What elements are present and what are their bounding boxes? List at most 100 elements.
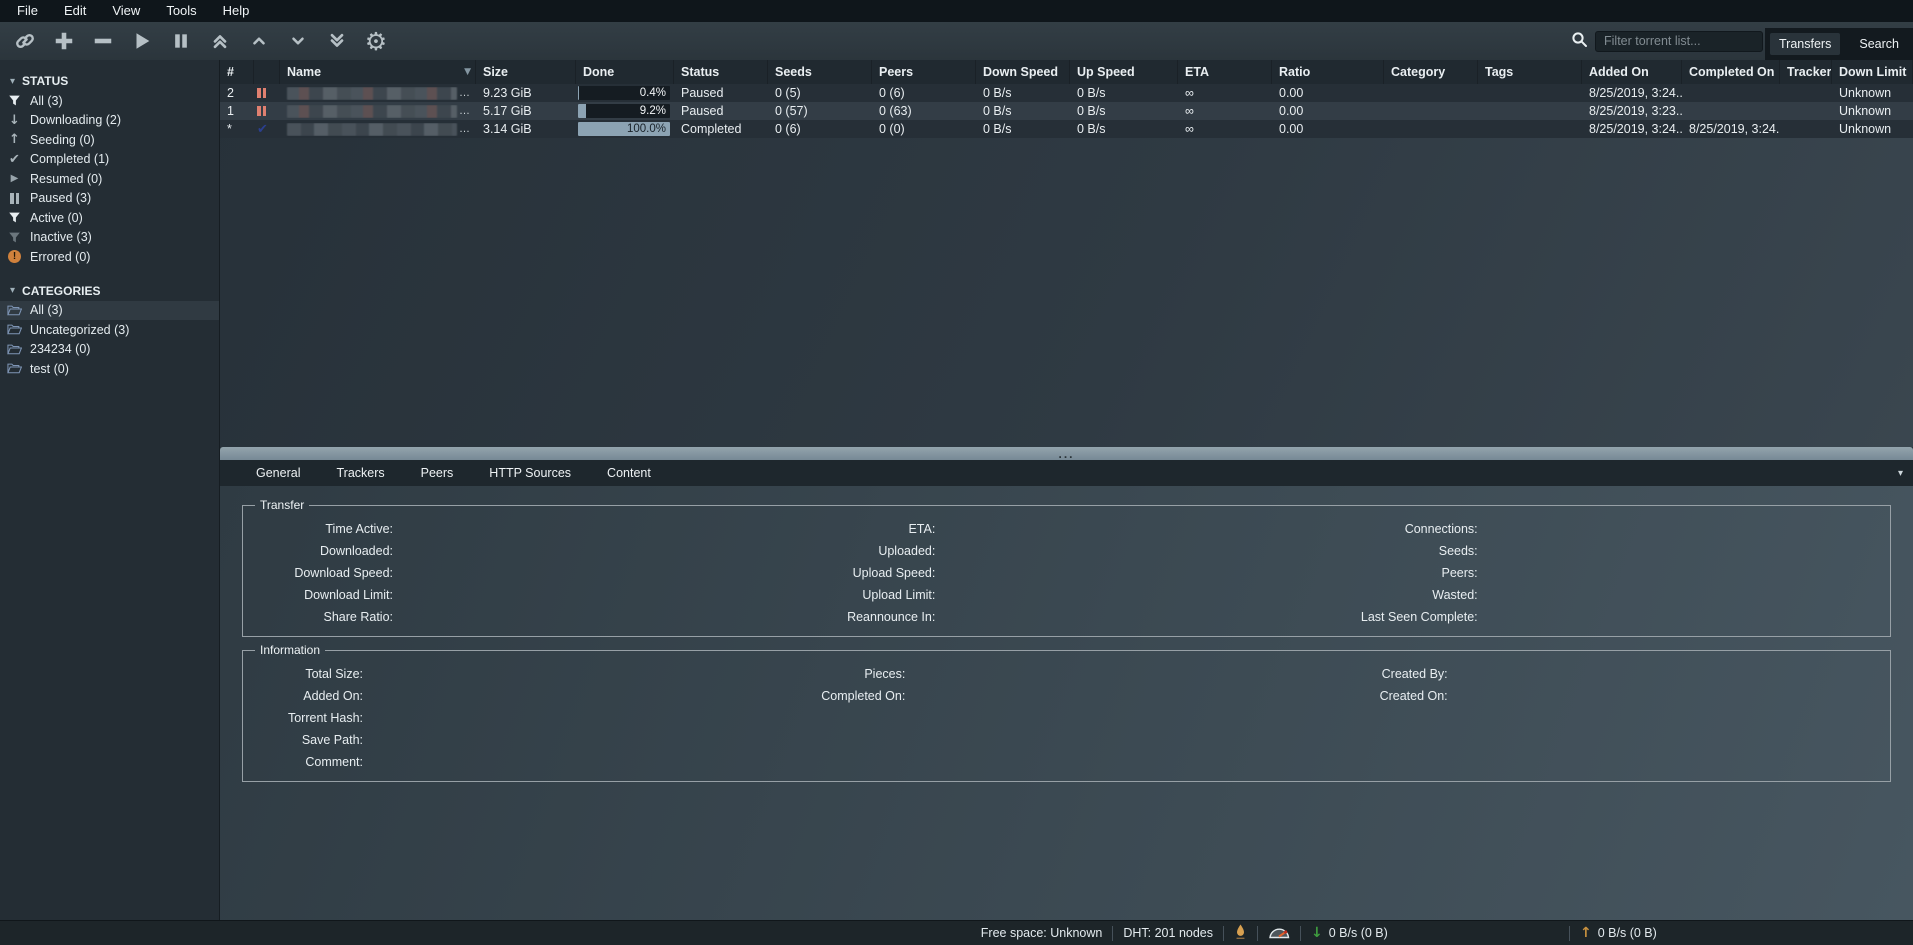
field-label: ETA:: [795, 522, 935, 536]
menu-tools[interactable]: Tools: [153, 0, 209, 22]
global-upload-speed[interactable]: ↑ 0 B/s (0 B): [1580, 925, 1785, 941]
column-header-state[interactable]: [254, 60, 280, 84]
field-label: Download Limit:: [253, 588, 393, 602]
column-header-ratio[interactable]: Ratio: [1272, 60, 1384, 84]
global-download-speed[interactable]: ↓ 0 B/s (0 B): [1311, 925, 1559, 941]
completed-check-icon: ✔: [254, 123, 280, 136]
torrent-name-redacted: [280, 105, 476, 118]
table-header-row: # Name ▼ Size Done Status Seeds Peers Do…: [220, 60, 1913, 84]
column-header-tags[interactable]: Tags: [1478, 60, 1582, 84]
column-header-size[interactable]: Size: [476, 60, 576, 84]
column-header-tracker[interactable]: Tracker: [1780, 60, 1832, 84]
speedometer-icon: [1268, 924, 1290, 942]
column-header-number[interactable]: #: [220, 60, 254, 84]
progress-bar: 100.0%: [578, 122, 670, 136]
tab-trackers[interactable]: Trackers: [318, 460, 402, 486]
field-label: Added On:: [253, 689, 363, 703]
field-label: Uploaded:: [795, 544, 935, 558]
move-top-button[interactable]: [205, 26, 235, 56]
column-header-up-speed[interactable]: Up Speed: [1070, 60, 1178, 84]
sidebar-status-completed[interactable]: ✔ Completed (1): [0, 150, 219, 170]
torrent-row[interactable]: * ✔ 3.14 GiB 100.0% Completed 0 (6) 0 (0…: [220, 120, 1913, 138]
divider: [1569, 926, 1570, 941]
sidebar-status-paused[interactable]: Paused (3): [0, 189, 219, 209]
add-torrent-link-button[interactable]: [10, 26, 40, 56]
search-icon: [1571, 31, 1588, 51]
alt-speed-limits-toggle[interactable]: [1268, 924, 1290, 942]
column-header-done[interactable]: Done: [576, 60, 674, 84]
collapse-caret-icon: ▾: [10, 285, 15, 296]
status-section-header[interactable]: ▾ STATUS: [0, 71, 219, 91]
delete-torrent-button[interactable]: [88, 26, 118, 56]
panel-resize-splitter[interactable]: ...: [220, 447, 1913, 460]
sidebar-status-resumed[interactable]: ▶ Resumed (0): [0, 169, 219, 189]
field-label: Created By:: [1338, 667, 1448, 681]
tab-http-sources[interactable]: HTTP Sources: [471, 460, 589, 486]
divider: [1300, 926, 1301, 941]
column-header-eta[interactable]: ETA: [1178, 60, 1272, 84]
column-header-peers[interactable]: Peers: [872, 60, 976, 84]
connection-status-button[interactable]: [1234, 924, 1247, 943]
link-icon: [14, 30, 36, 52]
column-header-status[interactable]: Status: [674, 60, 768, 84]
sidebar-category-test[interactable]: test (0): [0, 359, 219, 379]
menu-file[interactable]: File: [4, 0, 51, 22]
chevron-down-icon: [289, 32, 307, 50]
sidebar-status-downloading[interactable]: ↓ Downloading (2): [0, 111, 219, 131]
move-bottom-button[interactable]: [322, 26, 352, 56]
menu-help[interactable]: Help: [210, 0, 263, 22]
arrow-down-icon: ↓: [6, 114, 23, 127]
sidebar-category-234234[interactable]: 234234 (0): [0, 340, 219, 360]
sidebar-category-uncategorized[interactable]: Uncategorized (3): [0, 320, 219, 340]
menu-view[interactable]: View: [99, 0, 153, 22]
move-up-button[interactable]: [244, 26, 274, 56]
column-header-down-speed[interactable]: Down Speed: [976, 60, 1070, 84]
menu-bar: File Edit View Tools Help: [0, 0, 1913, 22]
torrent-table: # Name ▼ Size Done Status Seeds Peers Do…: [220, 60, 1913, 447]
play-icon: [131, 30, 153, 52]
tab-transfers[interactable]: Transfers: [1770, 33, 1840, 55]
column-header-name[interactable]: Name ▼: [280, 60, 476, 84]
sidebar-status-seeding[interactable]: ↑ Seeding (0): [0, 130, 219, 150]
filter-dim-icon: [6, 231, 23, 244]
column-header-category[interactable]: Category: [1384, 60, 1478, 84]
plus-icon: [53, 30, 75, 52]
torrent-row[interactable]: 1 5.17 GiB 9.2% Paused 0 (57) 0 (63) 0 B…: [220, 102, 1913, 120]
column-header-seeds[interactable]: Seeds: [768, 60, 872, 84]
sort-descending-icon: ▼: [464, 67, 471, 77]
sidebar-status-all[interactable]: All (3): [0, 91, 219, 111]
tab-search[interactable]: Search: [1850, 33, 1908, 55]
tab-content[interactable]: Content: [589, 460, 669, 486]
tab-general[interactable]: General: [238, 460, 318, 486]
paused-state-icon: [254, 88, 280, 98]
pause-button[interactable]: [166, 26, 196, 56]
column-header-down-limit[interactable]: Down Limit: [1832, 60, 1913, 84]
options-button[interactable]: ⚙: [361, 26, 391, 56]
categories-section-header[interactable]: ▾ CATEGORIES: [0, 281, 219, 301]
general-tab-panel: Transfer Time Active: ETA: Connections: …: [220, 486, 1913, 920]
field-label: Completed On:: [795, 689, 905, 703]
add-torrent-file-button[interactable]: [49, 26, 79, 56]
transfer-section: Transfer Time Active: ETA: Connections: …: [242, 498, 1891, 637]
panel-collapse-chevron-icon[interactable]: ▾: [1898, 468, 1903, 479]
field-label: Torrent Hash:: [253, 711, 363, 725]
column-header-completed-on[interactable]: Completed On: [1682, 60, 1780, 84]
error-icon: !: [6, 250, 23, 263]
torrent-row[interactable]: 2 9.23 GiB 0.4% Paused 0 (5) 0 (6) 0 B/s…: [220, 84, 1913, 102]
move-down-button[interactable]: [283, 26, 313, 56]
sidebar-status-errored[interactable]: ! Errored (0): [0, 247, 219, 267]
filter-torrent-input[interactable]: [1595, 31, 1763, 52]
column-header-added-on[interactable]: Added On: [1582, 60, 1682, 84]
upload-arrow-icon: ↑: [1580, 925, 1592, 941]
tab-peers[interactable]: Peers: [403, 460, 472, 486]
sidebar-category-all[interactable]: All (3): [0, 301, 219, 321]
sidebar-status-active[interactable]: Active (0): [0, 208, 219, 228]
divider: [1257, 926, 1258, 941]
progress-bar: 0.4%: [578, 86, 670, 100]
sidebar-status-inactive[interactable]: Inactive (3): [0, 228, 219, 248]
folder-icon: [6, 304, 23, 317]
field-label: Seeds:: [1338, 544, 1478, 558]
resume-button[interactable]: [127, 26, 157, 56]
menu-edit[interactable]: Edit: [51, 0, 99, 22]
folder-icon: [6, 323, 23, 336]
